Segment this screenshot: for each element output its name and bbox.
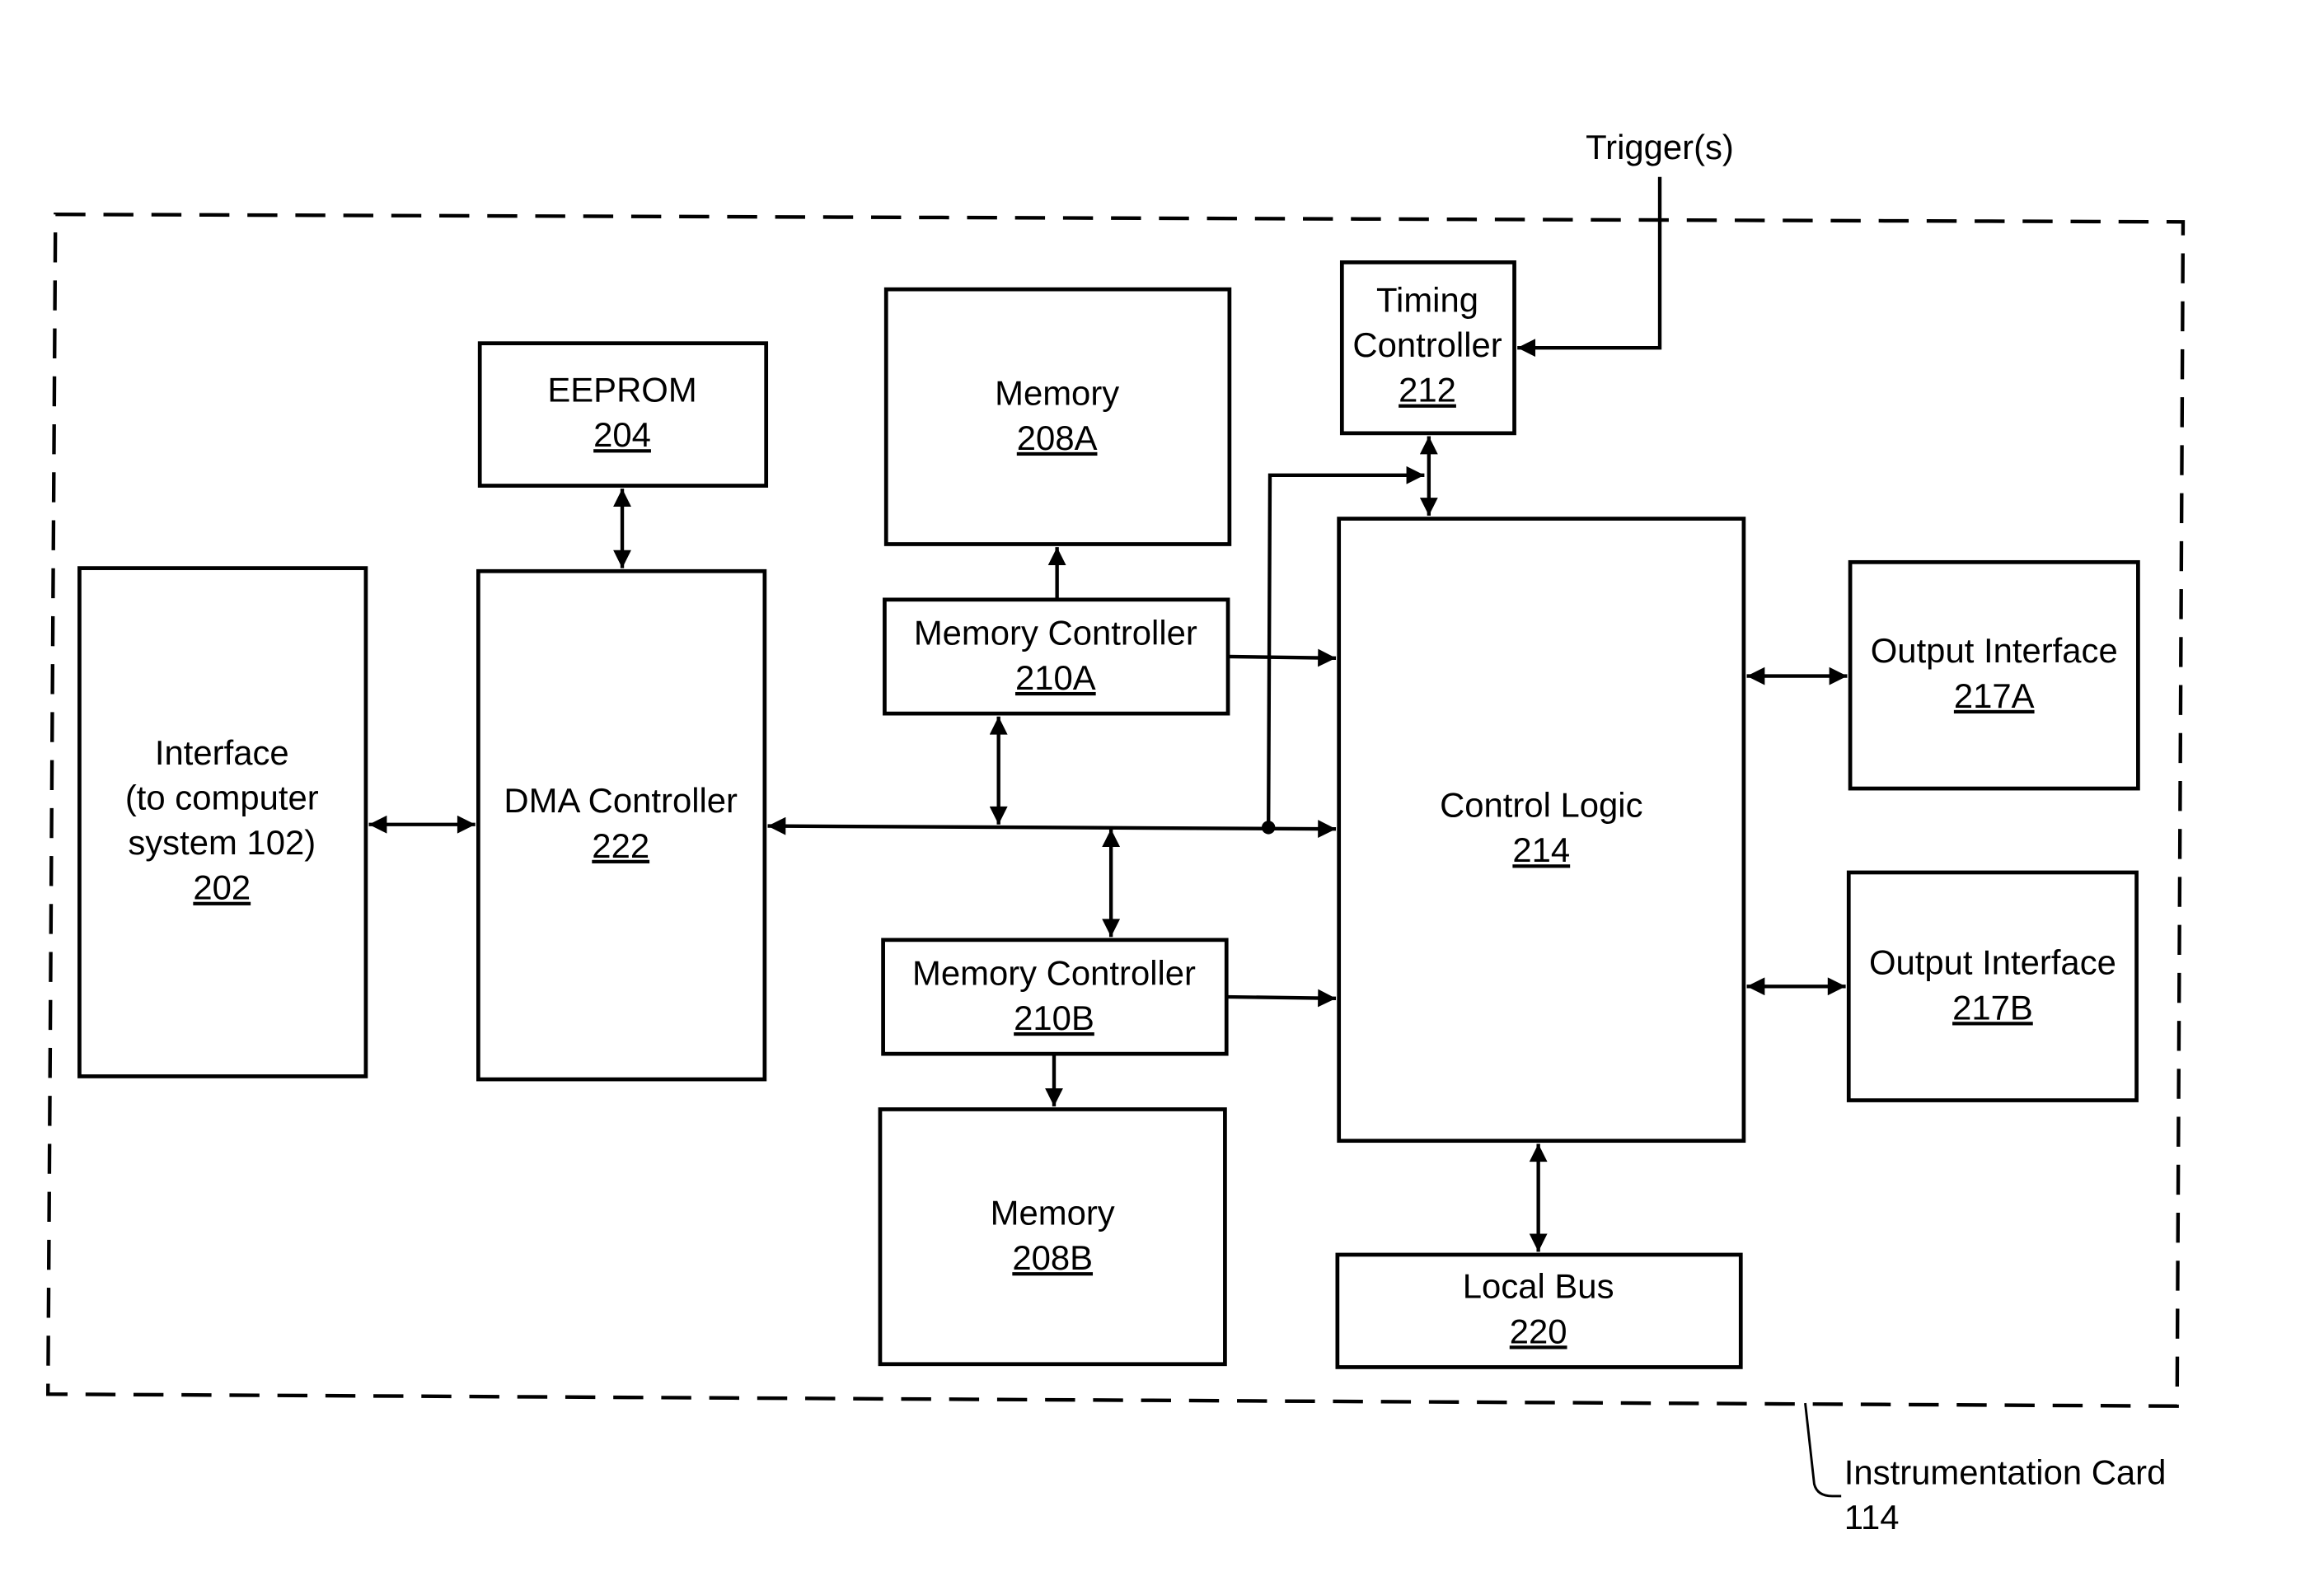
memory-a-ref: 208A <box>1017 419 1098 457</box>
memory-b-ref: 208B <box>1012 1238 1093 1277</box>
output-b-label: Output Interface <box>1869 943 2116 982</box>
interface-line-2: (to computer <box>125 779 319 817</box>
memory-b-label: Memory <box>991 1194 1115 1232</box>
timing-line-1: Timing <box>1376 280 1478 319</box>
interface-ref: 202 <box>193 868 251 907</box>
block-dma-controller[interactable]: DMA Controller 222 <box>476 568 767 1082</box>
memory-controller-b-label: Memory Controller <box>912 953 1196 992</box>
control-logic-label: Control Logic <box>1440 786 1642 825</box>
instrumentation-card-ref: 114 <box>1844 1498 1900 1537</box>
control-logic-ref: 214 <box>1512 830 1570 869</box>
block-memory-b[interactable]: Memory 208B <box>878 1107 1227 1367</box>
output-a-label: Output Interface <box>1871 631 2118 670</box>
block-eeprom[interactable]: EEPROM 204 <box>477 341 769 488</box>
timing-line-2: Controller <box>1352 325 1502 364</box>
block-memory-a[interactable]: Memory 208A <box>883 287 1232 546</box>
block-memory-controller-b[interactable]: Memory Controller 210B <box>881 938 1229 1056</box>
interface-line-1: Interface <box>155 733 289 772</box>
main-bus <box>767 816 1337 839</box>
memory-controller-a-label: Memory Controller <box>914 613 1197 652</box>
arrow-memctrl-a-control <box>1228 648 1337 667</box>
memory-a-label: Memory <box>995 373 1119 412</box>
timing-ref: 212 <box>1399 371 1456 409</box>
output-b-ref: 217B <box>1952 988 2033 1027</box>
memory-controller-b-ref: 210B <box>1014 999 1094 1037</box>
block-memory-controller-a[interactable]: Memory Controller 210A <box>883 597 1230 716</box>
eeprom-ref: 204 <box>593 415 651 454</box>
block-control-logic[interactable]: Control Logic 214 <box>1337 517 1746 1144</box>
block-diagram: Instrumentation Card 114 Trigger(s) Inte… <box>46 128 2186 1537</box>
interface-line-3: system 102) <box>128 823 316 862</box>
instrumentation-card-leader <box>1804 1402 1842 1498</box>
dma-label: DMA Controller <box>504 781 738 820</box>
block-interface[interactable]: Interface (to computer system 102) 202 <box>77 566 368 1078</box>
local-bus-ref: 220 <box>1510 1312 1567 1350</box>
output-a-ref: 217A <box>1954 676 2035 715</box>
arrow-memctrl-b-control <box>1226 989 1337 1008</box>
block-output-interface-b[interactable]: Output Interface 217B <box>1846 870 2139 1102</box>
memory-controller-a-ref: 210A <box>1015 658 1096 697</box>
trigger-label: Trigger(s) <box>1586 128 1734 166</box>
block-output-interface-a[interactable]: Output Interface 217A <box>1848 559 2140 791</box>
local-bus-label: Local Bus <box>1463 1267 1614 1306</box>
block-timing-controller[interactable]: Timing Controller 212 <box>1339 260 1516 436</box>
dma-ref: 222 <box>592 826 649 865</box>
block-local-bus[interactable]: Local Bus 220 <box>1335 1252 1743 1369</box>
eeprom-label: EEPROM <box>547 371 696 409</box>
trigger-wire <box>1517 176 1662 358</box>
instrumentation-card-label: Instrumentation Card <box>1844 1452 2167 1491</box>
